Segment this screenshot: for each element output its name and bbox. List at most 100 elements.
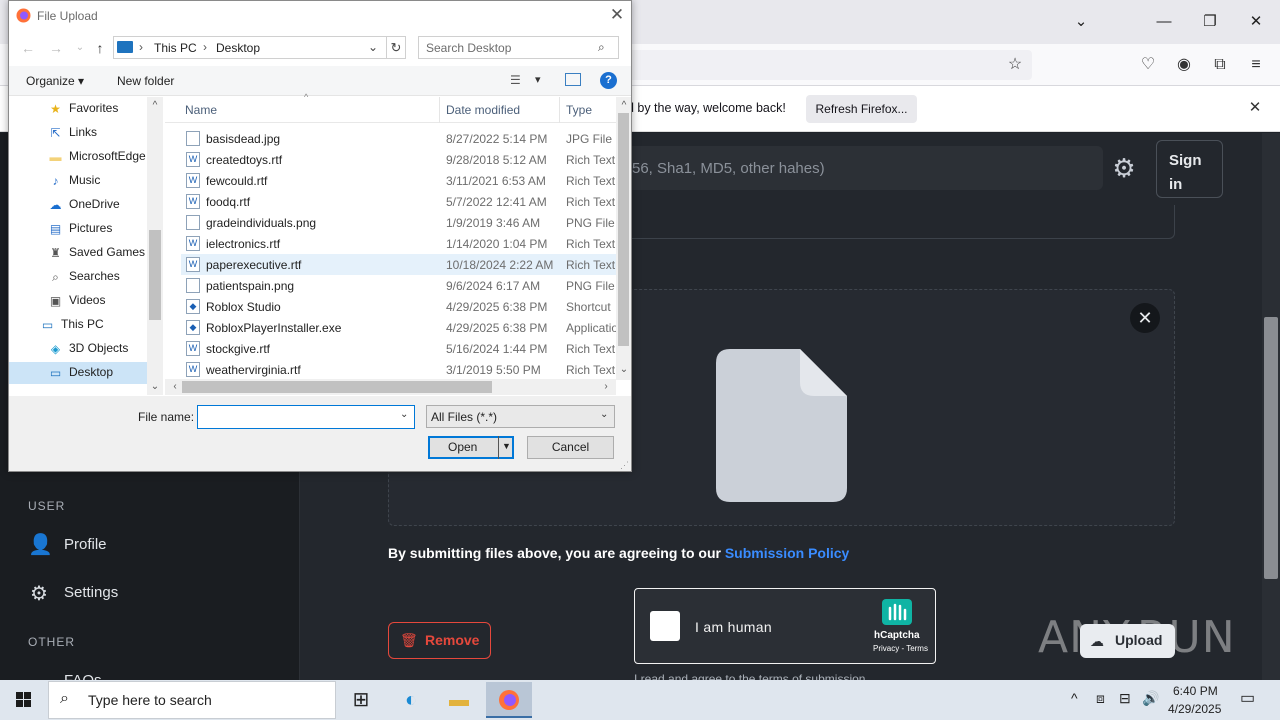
bookmark-star-icon[interactable]: ☆ [1002,52,1028,78]
window-close-button[interactable]: ✕ [1244,10,1268,34]
gear-icon[interactable]: ⚙ [1107,150,1141,186]
firefox-taskbar-icon[interactable] [486,682,532,718]
resize-grip-icon[interactable]: ⋰ [620,460,629,471]
restore-button[interactable]: ❐ [1198,10,1222,34]
column-date-modified[interactable]: Date modified [446,103,520,117]
column-divider[interactable] [439,97,440,123]
file-row[interactable]: ◆ Roblox Studio 4/29/2025 6:38 PM Shortcut [181,296,618,317]
open-button-label: Open [448,440,478,454]
file-row[interactable]: Wielectronics.rtf 1/14/2020 1:04 PM Rich T… [181,233,618,254]
file-name: patientspain.png [206,279,295,293]
image-file-icon [186,215,200,230]
view-options-dropdown-icon[interactable]: ▾ [535,73,541,86]
notification-close-icon[interactable]: ✕ [1245,98,1265,118]
file-type: PNG File [566,216,615,230]
file-scroll-up-icon[interactable]: ^ [616,98,632,114]
organize-dropdown-icon: ▾ [78,74,85,88]
new-folder-button[interactable]: New folder [117,74,174,88]
file-row[interactable]: Wpaperexecutive.rtf 10/18/2024 2:22 AM Ric… [181,254,618,275]
network-icon[interactable]: ⊟ [1119,690,1131,707]
sidebar-item-settings[interactable]: Settings [64,584,118,601]
file-scroll-right-icon[interactable]: › [598,379,614,395]
nav-scroll-down-icon[interactable]: ⌄ [147,379,163,395]
forward-arrow-icon[interactable]: → [46,38,66,58]
organize-menu[interactable]: Organize ▾ [26,74,84,88]
submission-policy-text: By submitting files above, you are agree… [388,545,849,561]
refresh-firefox-button[interactable]: Refresh Firefox... [806,95,917,123]
open-split-dropdown-icon[interactable]: ▼ [498,436,514,459]
nav-scroll-up-icon[interactable]: ^ [147,98,163,114]
file-row[interactable]: ◆ RobloxPlayerInstaller.exe 4/29/2025 6:38… [181,317,618,338]
breadcrumb-desktop[interactable]: Desktop [216,41,260,55]
file-type: Rich Text [566,363,616,377]
address-dropdown-icon[interactable]: ⌄ [368,40,378,54]
dialog-close-icon[interactable]: ✕ [606,4,628,26]
clock-time[interactable]: 6:40 PM [1173,684,1218,698]
tab-list-chevron-icon[interactable]: ⌄ [1069,10,1093,34]
up-arrow-icon[interactable]: ↑ [90,38,110,58]
windows-start-icon[interactable] [0,680,48,720]
tree-item-label: Videos [69,293,106,307]
file-list-vscrollbar-thumb[interactable] [618,113,629,346]
search-icon: ⌕ [598,40,605,54]
page-scrollbar-thumb[interactable] [1264,317,1278,579]
dropzone-close-icon[interactable]: ✕ [1130,303,1160,333]
file-type: Shortcut [566,300,611,314]
file-row[interactable]: Wcreatedtoys.rtf 9/28/2018 5:12 AM Rich Te… [181,149,618,170]
refresh-icon[interactable]: ↻ [386,36,406,59]
hcaptcha-privacy-terms[interactable]: Privacy - Terms [873,644,928,653]
notification-center-icon[interactable]: ▭ [1240,688,1255,708]
extensions-icon[interactable]: ⧉ [1207,52,1233,78]
file-row[interactable]: Wfewcould.rtf 3/11/2021 6:53 AM Rich Text [181,170,618,191]
account-icon[interactable]: ◉ [1171,52,1197,78]
back-arrow-icon[interactable]: ← [18,38,38,58]
sidebar-item-profile[interactable]: Profile [64,536,107,553]
minimize-button[interactable]: — [1152,10,1176,34]
filter-dropdown-icon[interactable]: ⌄ [600,409,608,420]
file-name: createdtoys.rtf [206,153,283,167]
file-row[interactable]: Wfoodq.rtf 5/7/2022 12:41 AM Rich Text [181,191,618,212]
tray-device-icon[interactable]: ⧈ [1096,690,1105,707]
file-list-hscrollbar-thumb[interactable] [182,381,492,393]
file-scroll-down-icon[interactable]: ⌄ [616,362,632,378]
sort-ascending-icon: ^ [304,92,309,102]
volume-icon[interactable]: 🔊 [1142,690,1159,707]
edge-icon[interactable]: ◐ [388,682,434,718]
sign-in-button[interactable]: Sign in [1156,140,1223,198]
file-name: foodq.rtf [206,195,251,209]
captcha-checkbox[interactable] [650,611,680,641]
roblox-icon: ◆ [186,299,200,314]
nav-pane-scrollbar-thumb[interactable] [149,230,161,320]
file-row[interactable]: Wstockgive.rtf 5/16/2024 1:44 PM Rich Text [181,338,618,359]
pocket-icon[interactable]: ♡ [1135,52,1161,78]
file-type: JPG File [566,132,613,146]
cancel-button[interactable]: Cancel [527,436,614,459]
file-row[interactable]: Wweathervirginia.rtf 3/1/2019 5:50 PM Rich… [181,359,618,380]
submission-policy-link[interactable]: Submission Policy [725,545,849,561]
file-scroll-left-icon[interactable]: ‹ [167,379,183,395]
preview-pane-icon[interactable] [565,73,581,86]
rich-text-file-icon: W [186,341,200,356]
breadcrumb-this-pc[interactable]: This PC [154,41,197,55]
file-name-input[interactable] [197,405,415,429]
help-icon[interactable]: ? [600,72,617,89]
clock-date[interactable]: 4/29/2025 [1168,702,1221,716]
sidebar-item-faq[interactable]: FAQs [64,672,102,680]
menu-icon[interactable]: ≡ [1243,52,1269,78]
rich-text-file-icon: W [186,194,200,209]
tray-chevron-icon[interactable]: ^ [1071,690,1078,706]
column-type[interactable]: Type [566,103,592,117]
column-name[interactable]: Name [185,103,217,117]
recent-locations-icon[interactable]: ⌄ [70,38,90,58]
trash-icon: 🗑 [400,632,418,648]
file-row[interactable]: gradeindividuals.png 1/9/2019 3:46 AM PNG … [181,212,618,233]
change-view-icon[interactable]: ☰ [510,73,521,87]
task-view-icon[interactable]: ⊞ [338,682,384,718]
tree-item-label: OneDrive [69,197,120,211]
file-row[interactable]: patientspain.png 9/6/2024 6:17 AM PNG File [181,275,618,296]
file-explorer-icon[interactable]: ▬ [436,682,482,718]
column-divider[interactable] [559,97,560,123]
file-row[interactable]: basisdead.jpg 8/27/2022 5:14 PM JPG File [181,128,618,149]
file-name-dropdown-icon[interactable]: ⌄ [400,409,408,420]
rich-text-file-icon: W [186,152,200,167]
